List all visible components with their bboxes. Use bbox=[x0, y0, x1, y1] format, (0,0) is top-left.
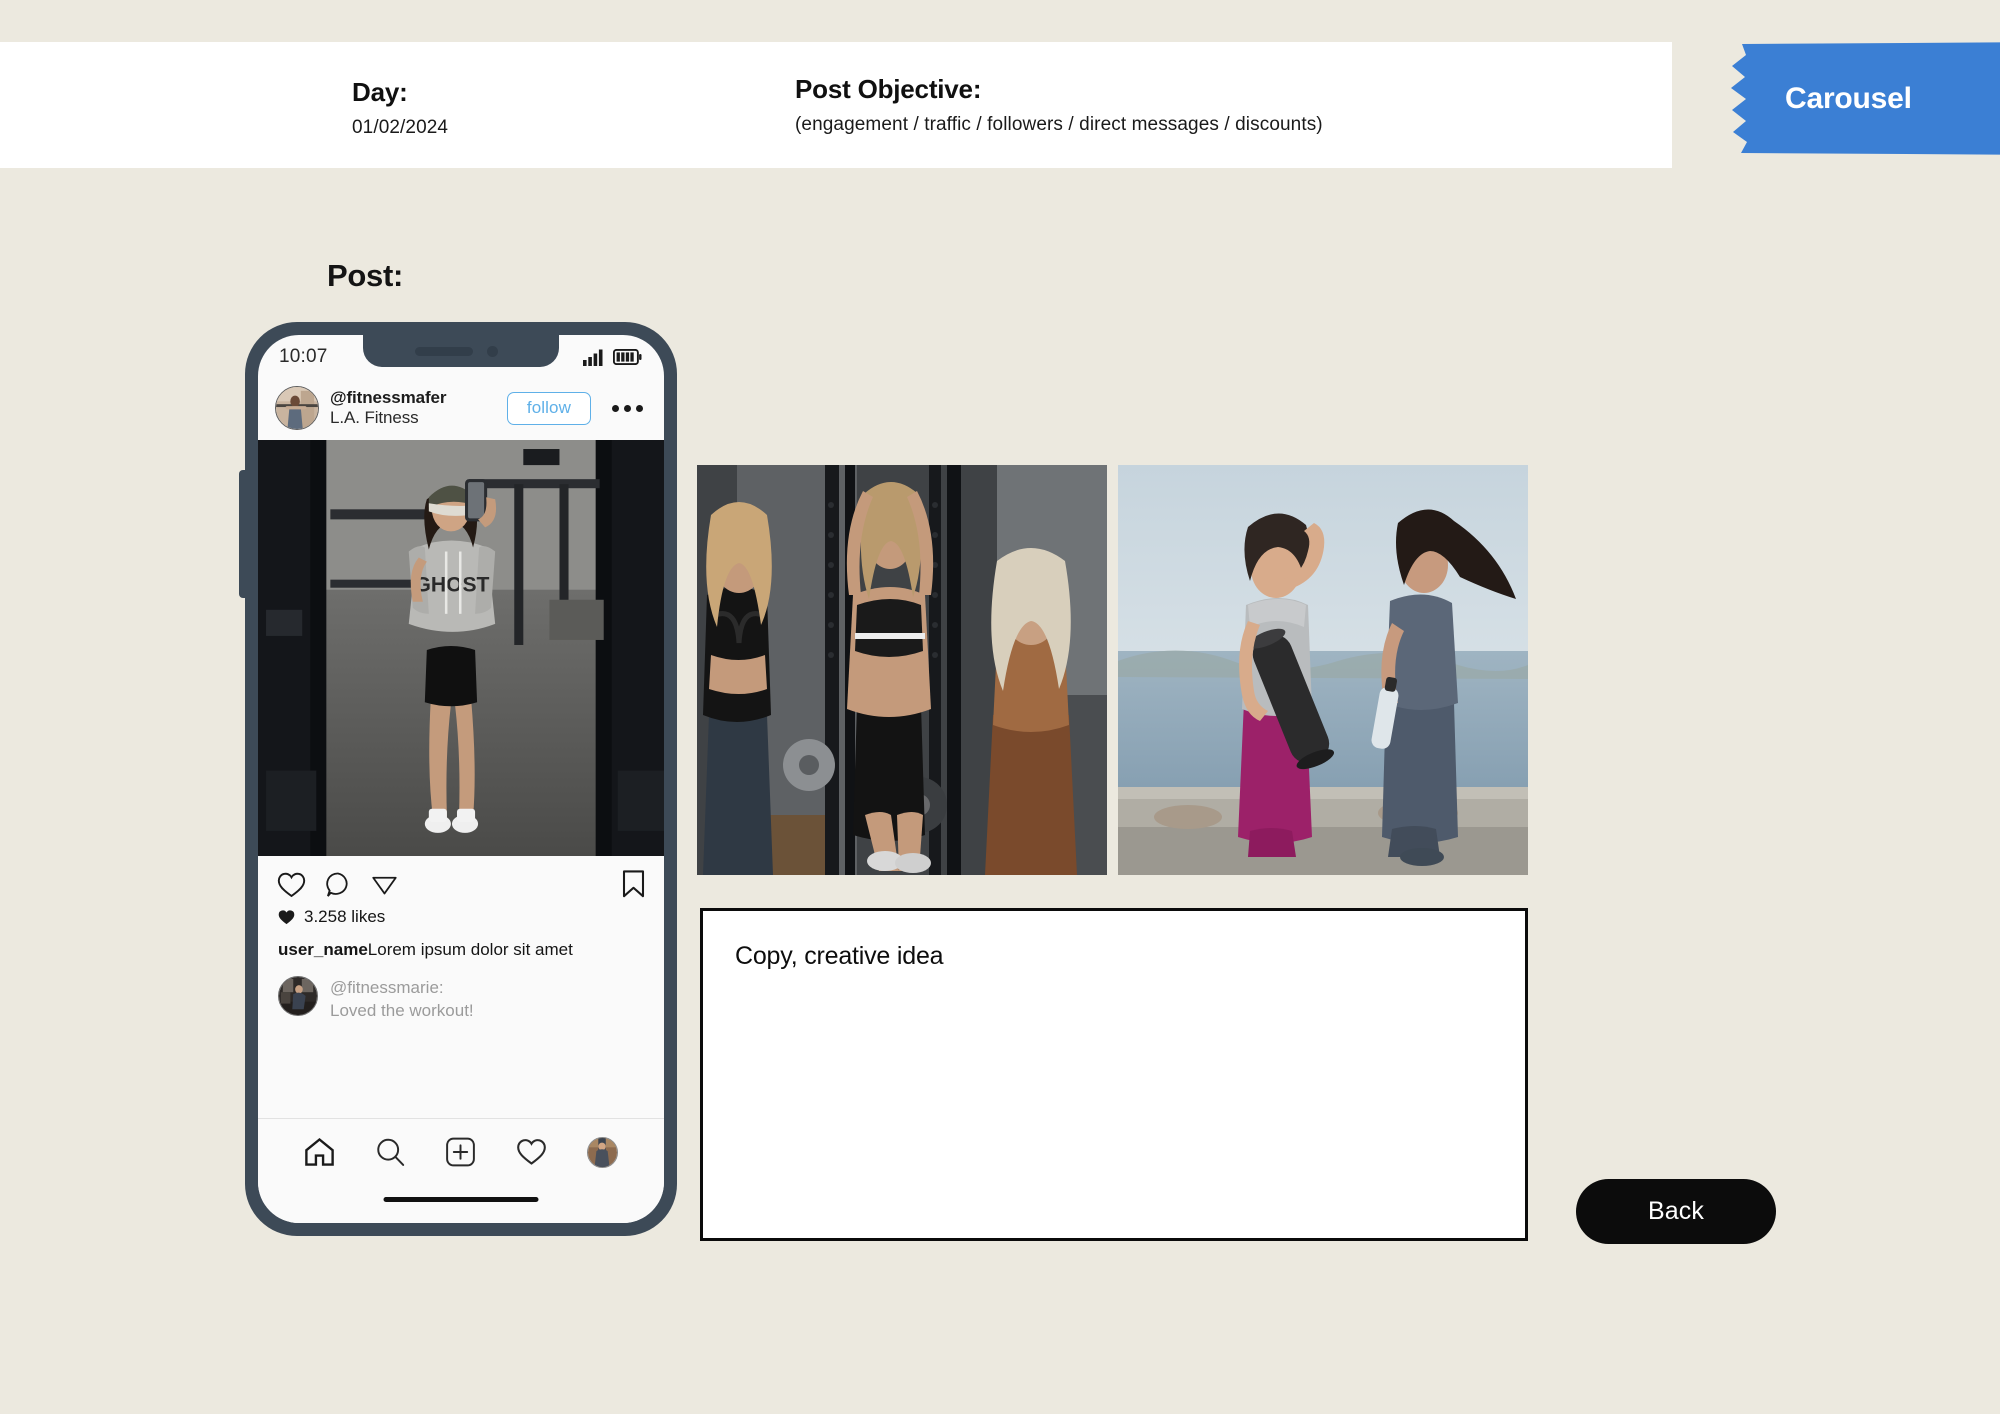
carousel-thumbnail-2[interactable] bbox=[1118, 465, 1528, 875]
heart-icon bbox=[517, 1139, 547, 1165]
copy-creative-idea-box[interactable]: Copy, creative idea bbox=[700, 908, 1528, 1241]
plus-square-icon bbox=[446, 1137, 476, 1167]
post-objective-column: Post Objective: (engagement / traffic / … bbox=[795, 74, 1323, 137]
caption-text: Lorem ipsum dolor sit amet bbox=[367, 940, 573, 959]
comment-bubble-icon[interactable] bbox=[324, 871, 352, 898]
copy-box-label: Copy, creative idea bbox=[735, 942, 944, 970]
follow-button[interactable]: follow bbox=[506, 391, 591, 425]
phone-volume-button[interactable] bbox=[239, 470, 246, 598]
likes-row: 3.258 likes bbox=[258, 904, 664, 927]
notch-camera-icon bbox=[487, 346, 498, 357]
day-value[interactable]: 01/02/2024 bbox=[352, 117, 448, 140]
comment-username: @fitnessmarie: bbox=[330, 978, 444, 998]
comment-row: @fitnessmarie: Loved the workout! bbox=[258, 960, 664, 1022]
back-button[interactable]: Back bbox=[1576, 1179, 1776, 1244]
carousel-badge: Carousel bbox=[1725, 42, 2000, 155]
comment-avatar-image bbox=[279, 977, 317, 1016]
post-caption: user_nameLorem ipsum dolor sit amet bbox=[258, 927, 664, 960]
comment-avatar[interactable] bbox=[278, 976, 318, 1017]
comment-body: Loved the workout! bbox=[330, 1000, 474, 1020]
instagram-post-header: @fitnessmafer L.A. Fitness follow bbox=[258, 379, 664, 440]
bottom-navigation-bar bbox=[258, 1118, 664, 1223]
svg-text:GHOST: GHOST bbox=[414, 574, 489, 597]
nav-activity[interactable] bbox=[516, 1137, 547, 1166]
post-objective-value[interactable]: (engagement / traffic / followers / dire… bbox=[795, 114, 1323, 137]
status-bar-icons bbox=[583, 349, 642, 366]
post-action-row bbox=[258, 856, 664, 904]
day-column: Day: 01/02/2024 bbox=[352, 77, 448, 140]
comment-text-block: @fitnessmarie: Loved the workout! bbox=[330, 976, 474, 1022]
notch-speaker-icon bbox=[415, 347, 473, 356]
bookmark-icon[interactable] bbox=[622, 870, 645, 898]
filled-heart-icon bbox=[278, 910, 295, 925]
nav-home[interactable] bbox=[304, 1137, 335, 1167]
nav-search[interactable] bbox=[375, 1137, 406, 1167]
status-bar-time: 10:07 bbox=[279, 346, 328, 367]
search-icon bbox=[376, 1138, 404, 1166]
profile-avatar-icon bbox=[587, 1137, 619, 1168]
phone-mockup: 10:07 @fitnessmafer L.A. Fitness follow … bbox=[239, 322, 677, 1236]
profile-avatar[interactable] bbox=[275, 386, 319, 430]
top-header-bar: Day: 01/02/2024 Post Objective: (engagem… bbox=[0, 42, 1672, 168]
profile-handle: @fitnessmafer bbox=[330, 387, 447, 407]
nav-create[interactable] bbox=[445, 1137, 476, 1167]
day-label: Day: bbox=[352, 77, 408, 107]
outdoor-seaside-fitness-photo bbox=[1118, 465, 1528, 875]
post-photo[interactable]: GHOST bbox=[258, 440, 664, 856]
phone-screen: 10:07 @fitnessmafer L.A. Fitness follow … bbox=[258, 335, 664, 1223]
home-indicator-bar bbox=[383, 1197, 539, 1202]
avatar-image bbox=[276, 387, 318, 429]
nav-profile[interactable] bbox=[587, 1137, 619, 1168]
post-objective-label: Post Objective: bbox=[795, 74, 982, 104]
carousel-thumbnail-1[interactable] bbox=[697, 465, 1107, 875]
signal-bars-icon bbox=[583, 349, 603, 366]
phone-notch bbox=[363, 335, 559, 367]
likes-count: 3.258 likes bbox=[304, 907, 386, 926]
nav-avatar-image bbox=[588, 1138, 618, 1167]
more-options-icon[interactable] bbox=[607, 404, 647, 412]
share-paper-plane-icon[interactable] bbox=[370, 871, 399, 898]
gym-mirror-selfie-photo: GHOST bbox=[258, 440, 664, 856]
gym-group-workout-photo bbox=[697, 465, 1107, 875]
home-icon bbox=[305, 1137, 334, 1166]
heart-icon[interactable] bbox=[277, 871, 306, 898]
profile-name-block: @fitnessmafer L.A. Fitness bbox=[330, 388, 496, 428]
carousel-badge-label: Carousel bbox=[1785, 81, 1912, 115]
caption-username: user_name bbox=[278, 940, 368, 959]
post-section-title: Post: bbox=[327, 258, 404, 293]
battery-icon bbox=[613, 349, 642, 365]
profile-subtitle: L.A. Fitness bbox=[330, 408, 419, 427]
